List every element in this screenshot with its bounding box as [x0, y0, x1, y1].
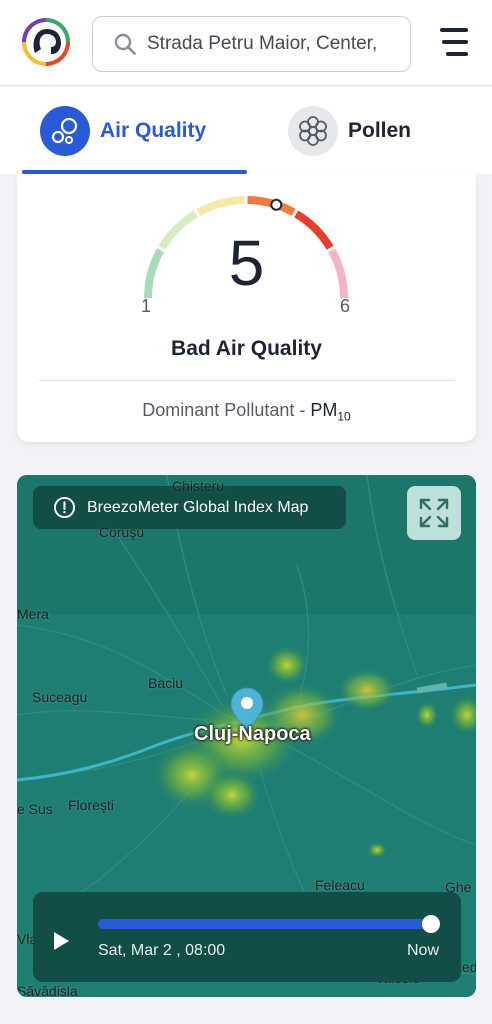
place-label: Mera	[17, 606, 49, 622]
gauge-marker	[270, 198, 283, 211]
gauge-segment	[196, 196, 245, 216]
timeline-now: Now	[406, 942, 439, 959]
place-label: Floreşti	[68, 797, 114, 813]
place-label: Chisteru	[172, 478, 225, 494]
tab-air-quality-label: Air Quality	[100, 118, 207, 142]
timeline-player: Sat, Mar 2 , 08:00 Now	[33, 892, 461, 982]
city-label: Cluj-Napoca	[194, 723, 311, 745]
timeline-handle[interactable]	[422, 915, 440, 933]
dominant-pollutant: Dominant Pollutant - PM10	[17, 400, 476, 424]
pollen-flower-icon	[288, 105, 338, 156]
info-circle-icon	[53, 496, 76, 519]
play-icon[interactable]	[51, 931, 71, 951]
app-header	[0, 0, 492, 86]
place-label: Feleacu	[315, 877, 365, 893]
map-title: BreezoMeter Global Index Map	[87, 498, 309, 516]
gauge-min-label: 1	[141, 296, 152, 316]
pollutant-sub: 10	[337, 409, 351, 424]
place-label: e Sus	[17, 801, 53, 817]
divider	[39, 380, 455, 381]
timeline-track[interactable]	[98, 915, 440, 933]
location-search-box[interactable]	[92, 16, 411, 72]
search-input[interactable]	[147, 33, 395, 55]
tab-bar: Air Quality Pollen	[0, 87, 492, 174]
expand-arrows-icon[interactable]	[407, 486, 461, 540]
air-quality-card: 5 1 6 Bad Air Quality Dominant Pollutant…	[17, 174, 476, 442]
place-label: Coruşu	[99, 524, 145, 540]
search-icon	[114, 33, 136, 55]
aqi-value: 5	[228, 227, 265, 299]
hamburger-menu-icon[interactable]	[438, 26, 472, 60]
place-label: Suceagu	[32, 689, 88, 705]
place-label: Săvădisla	[17, 983, 78, 997]
breezometer-logo-icon[interactable]	[21, 17, 71, 67]
tab-air-quality[interactable]: Air Quality	[22, 87, 247, 174]
pollutant-main: PM	[310, 400, 338, 420]
tab-pollen[interactable]: Pollen	[270, 87, 470, 174]
dominant-pollutant-prefix: Dominant Pollutant -	[142, 400, 311, 420]
timeline-progress	[98, 919, 431, 929]
pollutant-name: PM10	[310, 400, 350, 424]
air-quality-status: Bad Air Quality	[171, 337, 322, 360]
timeline-time: Sat, Mar 2 , 08:00	[98, 942, 226, 959]
air-bubbles-icon	[40, 105, 90, 156]
gauge-max-label: 6	[340, 296, 351, 316]
index-map[interactable]: BreezoMeter Global Index Map Chisteru Co…	[17, 475, 476, 997]
tab-pollen-label: Pollen	[348, 118, 412, 142]
place-label: Baciu	[148, 675, 184, 691]
